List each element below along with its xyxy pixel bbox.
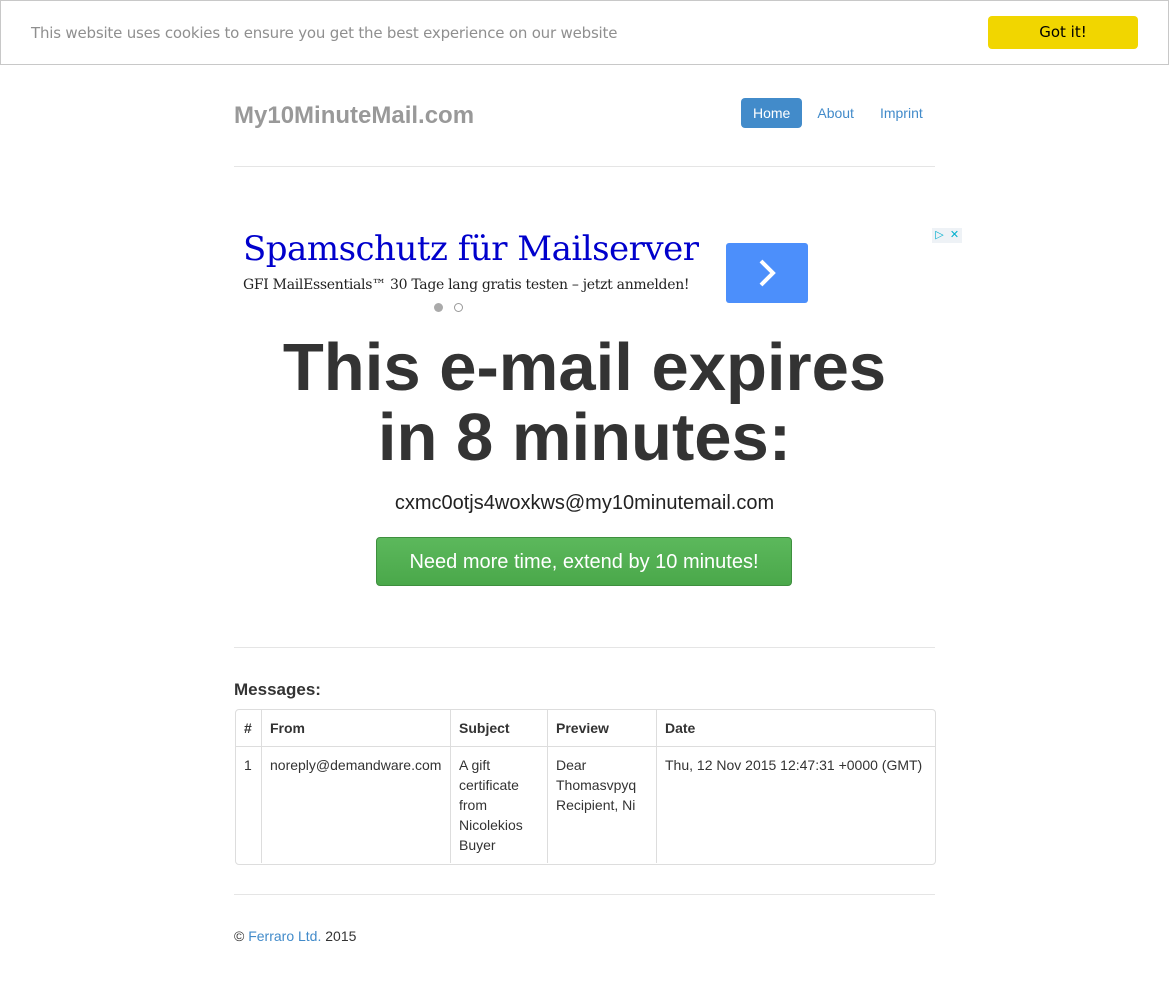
column-header-from: From (261, 710, 451, 747)
messages-heading: Messages: (234, 680, 321, 699)
nav-imprint[interactable]: Imprint (868, 98, 935, 128)
cookie-message: This website uses cookies to ensure you … (31, 24, 618, 42)
nav-about[interactable]: About (805, 98, 866, 128)
footer: © Ferraro Ltd. 2015 (234, 928, 356, 944)
nav-home[interactable]: Home (741, 98, 803, 128)
carousel-dot[interactable] (454, 303, 463, 312)
message-subject[interactable]: A gift certificate from Nicolekios Buyer (450, 746, 548, 863)
close-icon[interactable]: ✕ (947, 228, 962, 243)
email-address[interactable]: cxmc0otjs4woxkws@my10minutemail.com (234, 492, 935, 515)
main-nav: Home About Imprint (741, 98, 936, 128)
ad-title[interactable]: Spamschutz für Mailserver (243, 229, 699, 269)
message-num: 1 (244, 757, 252, 773)
footer-divider (234, 894, 935, 895)
message-date: Thu, 12 Nov 2015 12:47:31 +0000 (GMT) (656, 746, 935, 863)
headline-line-1: This e-mail expires (282, 330, 887, 405)
company-link[interactable]: Ferraro Ltd. (248, 928, 321, 944)
table-header-row: # From Subject Preview Date (236, 710, 935, 747)
carousel-dot-active[interactable] (434, 303, 443, 312)
cookie-banner: This website uses cookies to ensure you … (0, 0, 1169, 65)
chevron-right-icon (759, 259, 776, 287)
content-divider (234, 647, 935, 648)
ad-arrow-button[interactable] (726, 243, 808, 303)
column-header-subject: Subject (450, 710, 548, 747)
table-row[interactable]: 1 noreply@demandware.com A gift certific… (236, 746, 935, 863)
ad-choices-icon[interactable]: ▷ (932, 228, 947, 243)
column-header-date: Date (656, 710, 935, 747)
ad-subtitle[interactable]: GFI MailEssentials™ 30 Tage lang gratis … (243, 277, 690, 293)
column-header-preview: Preview (547, 710, 657, 747)
expiry-headline: This e-mail expires in 8 minutes: (234, 333, 935, 473)
message-preview[interactable]: Dear Thomasvpyq Recipient, Ni (547, 746, 657, 863)
extend-time-button[interactable]: Need more time, extend by 10 minutes! (376, 537, 792, 586)
copyright-symbol: © (234, 928, 245, 944)
header-divider (234, 166, 935, 167)
column-header-num: # (236, 710, 262, 747)
headline-line-2: in 8 minutes: (377, 400, 792, 475)
cookie-accept-button[interactable]: Got it! (988, 16, 1138, 49)
message-from[interactable]: noreply@demandware.com (261, 746, 451, 863)
site-brand[interactable]: My10MinuteMail.com (234, 102, 474, 130)
messages-table: # From Subject Preview Date 1 noreply@de… (235, 709, 936, 865)
ad-choices[interactable]: ▷ ✕ (932, 228, 962, 243)
copyright-year: 2015 (325, 928, 357, 944)
